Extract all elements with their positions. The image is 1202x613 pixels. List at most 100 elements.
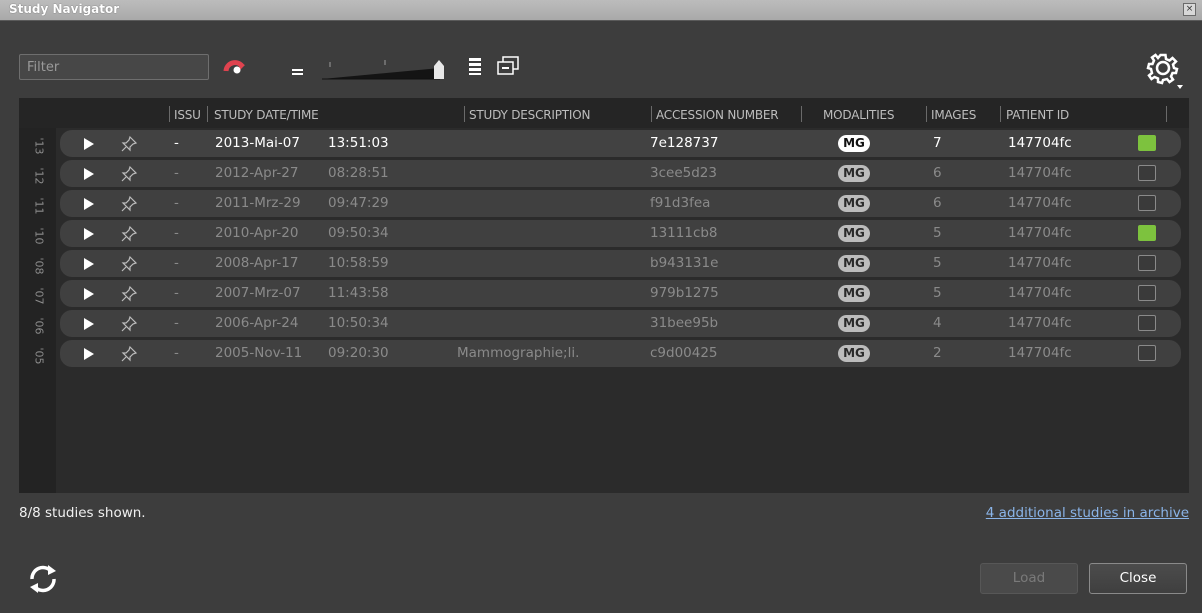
pin-icon[interactable] bbox=[120, 135, 138, 153]
year-label: '06 bbox=[32, 317, 46, 335]
issue-cell: - bbox=[174, 195, 179, 211]
pin-icon[interactable] bbox=[120, 195, 138, 213]
column-header-images[interactable]: IMAGES bbox=[931, 108, 976, 122]
column-separator[interactable] bbox=[207, 106, 208, 122]
pin-icon[interactable] bbox=[120, 285, 138, 303]
reset-filter-icon[interactable] bbox=[223, 57, 247, 75]
pin-icon[interactable] bbox=[120, 315, 138, 333]
play-icon[interactable] bbox=[84, 288, 94, 300]
table-row[interactable]: - 2008-Apr-17 10:58:59 b943131e 5 147704fc MG bbox=[60, 250, 1181, 277]
play-icon[interactable] bbox=[84, 198, 94, 210]
issue-cell: - bbox=[174, 345, 179, 361]
column-separator[interactable] bbox=[651, 106, 652, 122]
table-row[interactable]: - 2005-Nov-11 09:20:30 Mammographie;li. c9d0… bbox=[60, 340, 1181, 367]
table-row[interactable]: - 2010-Apr-20 09:50:34 13111cb8 5 147704fc MG bbox=[60, 220, 1181, 247]
images-cell: 6 bbox=[933, 195, 942, 211]
window-title: Study Navigator bbox=[9, 2, 120, 16]
images-cell: 5 bbox=[933, 225, 942, 241]
images-cell: 5 bbox=[933, 285, 942, 301]
issue-cell: - bbox=[174, 315, 179, 331]
patient-id-cell: 147704fc bbox=[1008, 285, 1072, 301]
modality-badge: MG bbox=[838, 225, 870, 242]
column-separator[interactable] bbox=[1166, 106, 1167, 122]
archive-studies-link[interactable]: 4 additional studies in archive bbox=[986, 505, 1189, 521]
column-header-accession[interactable]: ACCESSION NUMBER bbox=[656, 108, 779, 122]
study-checkbox[interactable] bbox=[1138, 255, 1156, 271]
title-bar: Study Navigator × bbox=[0, 0, 1202, 21]
density-large-icon[interactable] bbox=[469, 58, 481, 75]
patient-id-cell: 147704fc bbox=[1008, 195, 1072, 211]
year-label: '05 bbox=[32, 347, 46, 365]
play-icon[interactable] bbox=[84, 318, 94, 330]
gear-icon[interactable] bbox=[1146, 50, 1184, 90]
study-time-cell: 08:28:51 bbox=[328, 165, 389, 181]
issue-cell: - bbox=[174, 285, 179, 301]
study-checkbox[interactable] bbox=[1138, 345, 1156, 361]
table-row[interactable]: - 2006-Apr-24 10:50:34 31bee95b 4 147704fc MG bbox=[60, 310, 1181, 337]
study-table: ISSU STUDY DATE/TIME STUDY DESCRIPTION A… bbox=[19, 98, 1189, 493]
accession-cell: 979b1275 bbox=[650, 285, 719, 301]
study-time-cell: 09:50:34 bbox=[328, 225, 389, 241]
window-close-button[interactable]: × bbox=[1183, 3, 1196, 16]
column-separator[interactable] bbox=[801, 106, 802, 122]
table-row[interactable]: - 2007-Mrz-07 11:43:58 979b1275 5 147704fc MG bbox=[60, 280, 1181, 307]
column-separator[interactable] bbox=[169, 106, 170, 122]
close-button[interactable]: Close bbox=[1089, 563, 1187, 594]
study-checkbox[interactable] bbox=[1138, 135, 1156, 151]
play-icon[interactable] bbox=[84, 168, 94, 180]
patient-id-cell: 147704fc bbox=[1008, 345, 1072, 361]
table-row[interactable]: - 2011-Mrz-29 09:47:29 f91d3fea 6 147704fc MG bbox=[60, 190, 1181, 217]
study-time-cell: 09:47:29 bbox=[328, 195, 389, 211]
patient-id-cell: 147704fc bbox=[1008, 135, 1072, 151]
play-icon[interactable] bbox=[84, 138, 94, 150]
play-icon[interactable] bbox=[84, 258, 94, 270]
study-checkbox[interactable] bbox=[1138, 165, 1156, 181]
study-date-cell: 2012-Apr-27 bbox=[215, 165, 299, 181]
year-label: '13 bbox=[32, 137, 46, 155]
column-separator[interactable] bbox=[926, 106, 927, 122]
study-date-cell: 2013-Mai-07 bbox=[215, 135, 300, 151]
filter-input[interactable] bbox=[19, 54, 209, 80]
images-cell: 2 bbox=[933, 345, 942, 361]
pin-icon[interactable] bbox=[120, 165, 138, 183]
column-header-issue[interactable]: ISSU bbox=[174, 108, 201, 122]
accession-cell: 7e128737 bbox=[650, 135, 719, 151]
study-checkbox[interactable] bbox=[1138, 285, 1156, 301]
study-checkbox[interactable] bbox=[1138, 315, 1156, 331]
images-cell: 4 bbox=[933, 315, 942, 331]
description-cell: Mammographie;li. bbox=[457, 345, 580, 361]
year-label: '10 bbox=[32, 227, 46, 245]
issue-cell: - bbox=[174, 165, 179, 181]
column-header-modalities[interactable]: MODALITIES bbox=[823, 108, 895, 122]
pin-icon[interactable] bbox=[120, 345, 138, 363]
play-icon[interactable] bbox=[84, 348, 94, 360]
table-row[interactable]: - 2013-Mai-07 13:51:03 7e128737 7 147704fc MG bbox=[60, 130, 1181, 157]
refresh-icon[interactable] bbox=[26, 562, 60, 596]
column-separator[interactable] bbox=[1000, 106, 1001, 122]
density-small-icon[interactable] bbox=[292, 69, 303, 77]
density-slider[interactable] bbox=[322, 58, 452, 80]
study-checkbox[interactable] bbox=[1138, 225, 1156, 241]
accession-cell: 3cee5d23 bbox=[650, 165, 717, 181]
study-date-cell: 2007-Mrz-07 bbox=[215, 285, 301, 301]
multi-window-icon[interactable] bbox=[497, 56, 519, 76]
column-separator[interactable] bbox=[464, 106, 465, 122]
year-label: '11 bbox=[32, 197, 46, 215]
column-header-description[interactable]: STUDY DESCRIPTION bbox=[469, 108, 590, 122]
column-header-study-date[interactable]: STUDY DATE/TIME bbox=[214, 108, 319, 122]
table-row[interactable]: - 2012-Apr-27 08:28:51 3cee5d23 6 147704fc MG bbox=[60, 160, 1181, 187]
study-time-cell: 13:51:03 bbox=[328, 135, 389, 151]
pin-icon[interactable] bbox=[120, 255, 138, 273]
year-label: '07 bbox=[32, 287, 46, 305]
issue-cell: - bbox=[174, 135, 179, 151]
study-checkbox[interactable] bbox=[1138, 195, 1156, 211]
modality-badge: MG bbox=[838, 165, 870, 182]
column-header-patient-id[interactable]: PATIENT ID bbox=[1006, 108, 1069, 122]
play-icon[interactable] bbox=[84, 228, 94, 240]
patient-id-cell: 147704fc bbox=[1008, 225, 1072, 241]
load-button[interactable]: Load bbox=[980, 563, 1078, 594]
pin-icon[interactable] bbox=[120, 225, 138, 243]
study-time-cell: 09:20:30 bbox=[328, 345, 389, 361]
issue-cell: - bbox=[174, 225, 179, 241]
year-label: '12 bbox=[32, 167, 46, 185]
